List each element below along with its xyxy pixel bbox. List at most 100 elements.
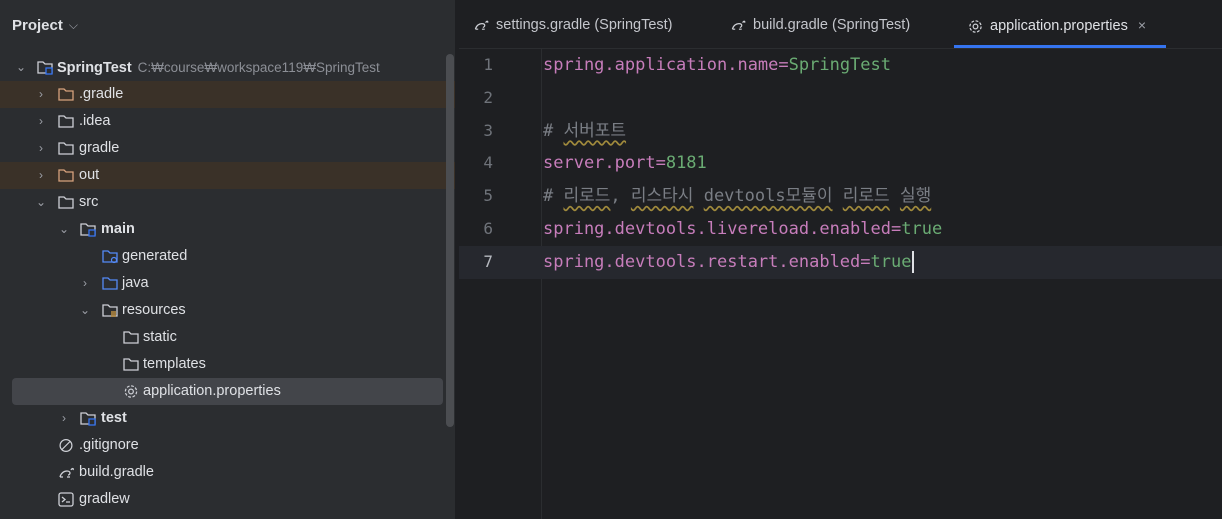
source-folder-icon bbox=[102, 277, 118, 290]
folder-icon bbox=[58, 169, 74, 182]
folder-icon bbox=[58, 196, 74, 209]
editor-area: settings.gradle (SpringTest) build.gradl… bbox=[459, 0, 1222, 519]
editor-tab-bar: settings.gradle (SpringTest) build.gradl… bbox=[459, 0, 1222, 49]
tree-item-gradle-hidden[interactable]: › .gradle bbox=[0, 81, 455, 108]
terminal-icon bbox=[58, 492, 74, 507]
tree-item-label: static bbox=[143, 329, 177, 345]
tree-item-label: .idea bbox=[79, 113, 111, 129]
tree-item-src[interactable]: ⌄ src bbox=[0, 189, 455, 216]
line-number: 2 bbox=[483, 87, 493, 107]
resources-folder-icon bbox=[102, 304, 118, 317]
tree-item-main[interactable]: ⌄ main bbox=[0, 216, 455, 243]
code-line: 6 spring.devtools.livereload.enabled=tru… bbox=[459, 213, 1222, 246]
tree-item-build-gradle[interactable]: build.gradle bbox=[0, 459, 455, 486]
folder-icon bbox=[123, 358, 139, 371]
tree-item-label: test bbox=[101, 410, 127, 426]
tree-item-gradlew[interactable]: gradlew bbox=[0, 486, 455, 513]
line-text: # 리로드, 리스타시 devtools모듈이 리로드 실행 bbox=[543, 186, 932, 207]
line-text: spring.application.name=SpringTest bbox=[543, 55, 891, 75]
tree-item-resources[interactable]: ⌄ resources bbox=[0, 297, 455, 324]
code-line-current: 7 spring.devtools.restart.enabled=true bbox=[459, 245, 1222, 279]
project-panel: Project ⌵ ⌄ SpringTest C:₩course₩workspac… bbox=[0, 0, 455, 519]
chevron-right-icon[interactable]: › bbox=[34, 162, 48, 189]
tree-item-templates[interactable]: templates bbox=[0, 351, 455, 378]
tree-item-gitignore[interactable]: .gitignore bbox=[0, 432, 455, 459]
code-line: 1 spring.application.name=SpringTest bbox=[459, 49, 1222, 82]
generated-folder-icon bbox=[102, 250, 118, 264]
line-number: 7 bbox=[483, 251, 493, 271]
gradle-icon bbox=[59, 467, 74, 478]
tree-item-label: SpringTest bbox=[57, 60, 132, 76]
module-folder-icon bbox=[80, 223, 96, 237]
tab-label: settings.gradle (SpringTest) bbox=[496, 17, 673, 33]
chevron-down-icon[interactable]: ⌄ bbox=[14, 54, 28, 81]
tab-application-properties[interactable]: application.properties × bbox=[953, 0, 1167, 48]
tree-item-springtest[interactable]: ⌄ SpringTest C:₩course₩workspace119₩Sprin… bbox=[0, 54, 455, 81]
tree-item-out[interactable]: › out bbox=[0, 162, 455, 189]
chevron-down-icon[interactable]: ⌄ bbox=[57, 216, 71, 243]
module-folder-icon bbox=[37, 61, 53, 75]
code-line: 2 bbox=[459, 82, 1222, 115]
tree-item-label: out bbox=[79, 167, 100, 183]
chevron-right-icon[interactable]: › bbox=[57, 405, 71, 432]
tree-item-gradle[interactable]: › gradle bbox=[0, 135, 455, 162]
tree-item-label: gradle bbox=[79, 140, 120, 156]
line-number: 6 bbox=[483, 218, 493, 238]
line-text: spring.devtools.livereload.enabled=true bbox=[543, 218, 943, 239]
tree-item-label: main bbox=[101, 221, 135, 237]
tree-item-generated[interactable]: generated bbox=[0, 243, 455, 270]
tree-item-label: java bbox=[122, 275, 149, 291]
tree-item-label: gradlew bbox=[79, 491, 130, 507]
chevron-down-icon: ⌵ bbox=[68, 17, 78, 32]
line-number: 5 bbox=[483, 186, 493, 206]
line-text: server.port=8181 bbox=[543, 153, 707, 174]
tab-build-gradle[interactable]: build.gradle (SpringTest) bbox=[730, 0, 910, 48]
tree-item-label: resources bbox=[122, 302, 186, 318]
tab-label: build.gradle (SpringTest) bbox=[753, 17, 911, 33]
tree-item-label: templates bbox=[143, 356, 206, 372]
line-number: 1 bbox=[483, 55, 493, 74]
chevron-right-icon[interactable]: › bbox=[34, 81, 48, 108]
folder-icon bbox=[123, 331, 139, 344]
project-tree-scrollbar[interactable] bbox=[446, 54, 454, 427]
chevron-right-icon[interactable]: › bbox=[34, 108, 48, 135]
chevron-right-icon[interactable]: › bbox=[78, 270, 92, 297]
tree-item-label: application.properties bbox=[143, 383, 281, 399]
text-caret bbox=[912, 250, 915, 273]
folder-icon bbox=[58, 88, 74, 101]
chevron-down-icon[interactable]: ⌄ bbox=[78, 297, 92, 324]
gradle-icon bbox=[474, 20, 489, 30]
code-line: 3 # 서버포트 bbox=[459, 115, 1222, 148]
panel-title: Project bbox=[12, 16, 63, 34]
tree-item-application-properties[interactable]: application.properties bbox=[12, 378, 443, 405]
gradle-icon bbox=[731, 20, 746, 30]
folder-icon bbox=[58, 115, 74, 128]
project-path: C:₩course₩workspace119₩SpringTest bbox=[137, 60, 380, 75]
tree-item-test[interactable]: › test bbox=[0, 405, 455, 432]
project-tree: ⌄ SpringTest C:₩course₩workspace119₩Sprin… bbox=[0, 54, 455, 513]
tree-item-label: src bbox=[79, 194, 99, 210]
gear-icon bbox=[969, 19, 982, 33]
tree-item-label: generated bbox=[122, 248, 188, 264]
module-folder-icon bbox=[80, 412, 96, 426]
tree-item-label: .gradle bbox=[79, 86, 124, 102]
chevron-right-icon[interactable]: › bbox=[34, 135, 48, 162]
gear-icon bbox=[124, 385, 138, 398]
line-number: 3 bbox=[483, 120, 493, 140]
close-icon[interactable]: × bbox=[1138, 17, 1146, 33]
chevron-down-icon[interactable]: ⌄ bbox=[34, 189, 48, 216]
line-text: # 서버포트 bbox=[543, 120, 627, 141]
code-line: 4 server.port=8181 bbox=[459, 147, 1222, 180]
project-view-dropdown[interactable]: Project ⌵ bbox=[0, 0, 455, 50]
ignore-icon bbox=[59, 438, 73, 453]
tree-item-static[interactable]: static bbox=[0, 324, 455, 351]
tree-item-idea[interactable]: › .idea bbox=[0, 108, 455, 135]
tree-item-label: .gitignore bbox=[79, 437, 139, 453]
line-text: spring.devtools.restart.enabled=true bbox=[543, 246, 915, 279]
line-number: 4 bbox=[483, 153, 493, 173]
folder-icon bbox=[58, 142, 74, 155]
tab-settings-gradle[interactable]: settings.gradle (SpringTest) bbox=[473, 0, 673, 48]
code-editor[interactable]: 1 spring.application.name=SpringTest 2 3… bbox=[459, 49, 1222, 519]
tree-item-java[interactable]: › java bbox=[0, 270, 455, 297]
tree-item-label: build.gradle bbox=[79, 464, 154, 480]
